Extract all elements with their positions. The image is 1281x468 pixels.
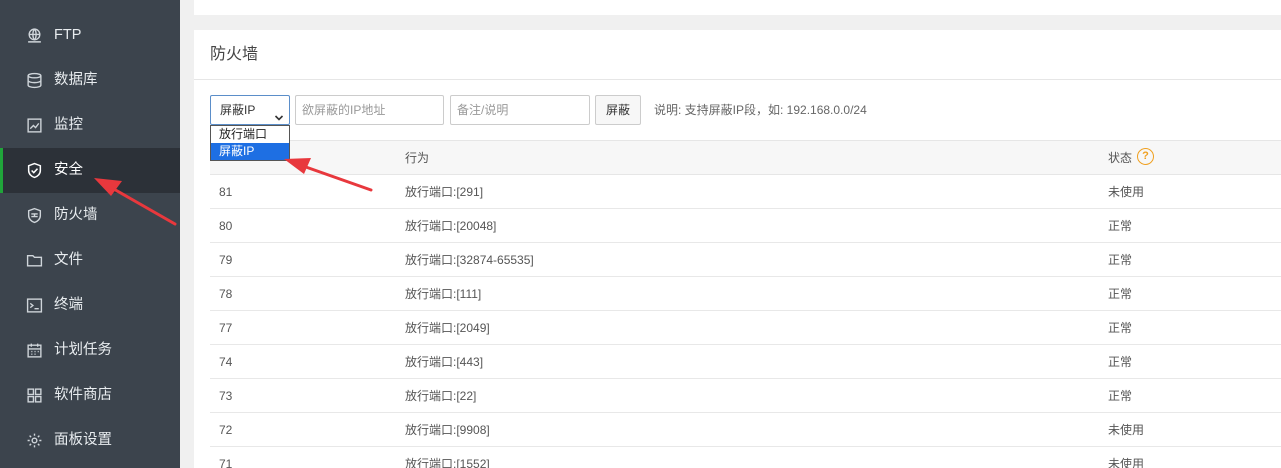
cell-action: 放行端口:[443] (405, 355, 484, 369)
cell-action: 放行端口:[22] (405, 389, 477, 403)
help-question-icon[interactable]: ? (1137, 148, 1154, 165)
sidebar-item-terminal[interactable]: 终端 (0, 283, 180, 328)
chevron-down-icon (274, 105, 284, 121)
sidebar: FTP 数据库 监控 安全 防火墙 文件 终端 计划任务 软件商店 面板设置 (0, 0, 180, 468)
cell-id: 72 (219, 423, 233, 437)
cell-status: 正常 (1108, 287, 1133, 301)
sidebar-item-monitor[interactable]: 监控 (0, 103, 180, 148)
sidebar-item-label: 终端 (54, 297, 83, 313)
table-row: 78 放行端口:[111] 正常 (210, 277, 1281, 311)
cell-id: 80 (219, 219, 233, 233)
table-row: 74 放行端口:[443] 正常 (210, 345, 1281, 379)
sidebar-item-label: 防火墙 (54, 207, 98, 223)
cell-status: 未使用 (1108, 185, 1145, 199)
sidebar-item-ftp[interactable]: FTP (0, 13, 180, 58)
cell-id: 74 (219, 355, 233, 369)
monitor-chart-icon (26, 117, 43, 134)
cell-action: 放行端口:[291] (405, 185, 484, 199)
sidebar-item-label: FTP (54, 27, 82, 43)
firewall-panel: 防火墙 屏蔽IP 屏蔽 说明: 支持屏蔽IP段，如: 192.168.0.0/2… (194, 30, 1281, 468)
cell-status: 正常 (1108, 219, 1133, 233)
cell-status: 正常 (1108, 389, 1133, 403)
sidebar-item-label: 安全 (54, 162, 83, 178)
sidebar-item-label: 面板设置 (54, 432, 112, 448)
cell-id: 73 (219, 389, 233, 403)
folder-icon (26, 252, 43, 269)
rule-type-dropdown-list: 放行端口 屏蔽IP (210, 125, 290, 161)
firewall-shield-icon (26, 207, 43, 224)
sidebar-item-settings[interactable]: 面板设置 (0, 418, 180, 463)
panel-divider (194, 79, 1281, 80)
cell-id: 78 (219, 287, 233, 301)
cell-action: 放行端口:[1552] (405, 457, 490, 468)
table-row: 71 放行端口:[1552] 未使用 (210, 447, 1281, 468)
sidebar-item-security[interactable]: 安全 (0, 148, 180, 193)
panel-title: 防火墙 (210, 46, 259, 63)
rule-type-select-value: 屏蔽IP (220, 103, 256, 117)
column-header-status: 状态 (1108, 151, 1133, 165)
shield-check-icon (26, 162, 43, 179)
sidebar-item-label: 监控 (54, 117, 83, 133)
sidebar-item-label: 软件商店 (54, 387, 112, 403)
gear-icon (26, 432, 43, 449)
table-row: 80 放行端口:[20048] 正常 (210, 209, 1281, 243)
sidebar-item-database[interactable]: 数据库 (0, 58, 180, 103)
sidebar-item-label: 数据库 (54, 72, 98, 88)
table-row: 79 放行端口:[32874-65535] 正常 (210, 243, 1281, 277)
cell-id: 71 (219, 457, 233, 468)
ftp-globe-icon (26, 27, 43, 44)
calendar-icon (26, 342, 43, 359)
table-row: 77 放行端口:[2049] 正常 (210, 311, 1281, 345)
sidebar-item-label: 文件 (54, 252, 83, 268)
cell-id: 77 (219, 321, 233, 335)
sidebar-item-firewall[interactable]: 防火墙 (0, 193, 180, 238)
table-header: 行为 状态 ? (210, 140, 1281, 175)
column-header-action: 行为 (405, 151, 430, 165)
terminal-icon (26, 297, 43, 314)
database-icon (26, 72, 43, 89)
sidebar-item-cron[interactable]: 计划任务 (0, 328, 180, 373)
dropdown-option-block-ip[interactable]: 屏蔽IP (211, 143, 289, 160)
ip-address-input[interactable] (295, 95, 444, 125)
top-card (194, 0, 1281, 15)
cell-action: 放行端口:[20048] (405, 219, 497, 233)
sidebar-item-label: 计划任务 (54, 342, 112, 358)
cell-action: 放行端口:[111] (405, 287, 482, 301)
cell-status: 正常 (1108, 253, 1133, 267)
apps-grid-icon (26, 387, 43, 404)
hint-text: 说明: 支持屏蔽IP段，如: 192.168.0.0/24 (654, 103, 867, 117)
table-row: 72 放行端口:[9908] 未使用 (210, 413, 1281, 447)
table-row: 81 放行端口:[291] 未使用 (210, 175, 1281, 209)
cell-status: 正常 (1108, 355, 1133, 369)
rule-type-select[interactable]: 屏蔽IP (210, 95, 290, 125)
cell-action: 放行端口:[32874-65535] (405, 253, 534, 267)
cell-status: 正常 (1108, 321, 1133, 335)
table-row: 73 放行端口:[22] 正常 (210, 379, 1281, 413)
dropdown-option-allow-port[interactable]: 放行端口 (211, 126, 289, 143)
cell-status: 未使用 (1108, 423, 1145, 437)
sidebar-item-app-store[interactable]: 软件商店 (0, 373, 180, 418)
cell-id: 81 (219, 185, 233, 199)
cell-status: 未使用 (1108, 457, 1145, 468)
sidebar-item-files[interactable]: 文件 (0, 238, 180, 283)
cell-action: 放行端口:[9908] (405, 423, 490, 437)
note-input[interactable] (450, 95, 590, 125)
cell-action: 放行端口:[2049] (405, 321, 490, 335)
block-button[interactable]: 屏蔽 (595, 95, 641, 125)
cell-id: 79 (219, 253, 233, 267)
